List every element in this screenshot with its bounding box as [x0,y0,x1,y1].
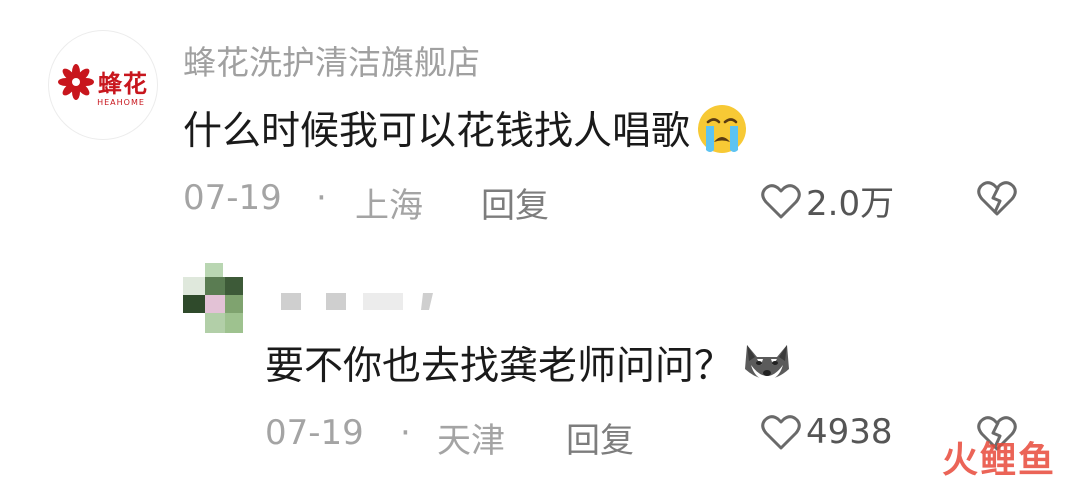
avatar[interactable]: 蜂花 HEAHOME [48,30,158,140]
meta-separator: · [400,413,411,453]
reply-body: 要不你也去找龚老师问问？ [265,344,734,389]
brand-logo: 蜂花 [58,63,148,100]
comment-location: 上海 [355,186,423,226]
logo-subtext: HEAHOME [97,97,145,107]
like-button[interactable]: 2.0万 [760,176,894,225]
comment-date: 07-19 [183,178,282,218]
reply-date: 07-19 [265,413,364,453]
watermark: 火鲤鱼 [941,440,1056,481]
like-count: 2.0万 [806,184,895,224]
reply-text: 要不你也去找龚老师问问？ [265,335,795,391]
comment-body: 什么时候我可以花钱找人唱歌 [183,109,691,154]
crying-face-emoji-icon [698,105,747,153]
comment-text: 什么时候我可以花钱找人唱歌 [183,100,750,156]
logo-text: 蜂花 [98,69,148,98]
heart-icon [761,183,801,218]
reply-location: 天津 [437,421,505,461]
broken-heart-icon[interactable] [976,178,1018,218]
reply-avatar[interactable] [183,263,243,333]
reply-button[interactable]: 回复 [566,413,634,462]
blurred-username[interactable] [281,290,441,312]
like-button[interactable]: 4938 [760,412,893,452]
like-count: 4938 [806,412,893,452]
comment-thread: 蜂花 HEAHOME 蜂花洗护清洁旗舰店 什么时候我可以花钱找人唱歌 07-19… [0,0,1080,491]
heart-icon [761,415,801,450]
comment-username[interactable]: 蜂花洗护清洁旗舰店 [183,36,480,84]
husky-dog-emoji-icon [745,345,790,381]
flower-logo-icon [58,63,94,100]
meta-separator: · [316,178,327,218]
reply-button[interactable]: 回复 [481,178,549,227]
